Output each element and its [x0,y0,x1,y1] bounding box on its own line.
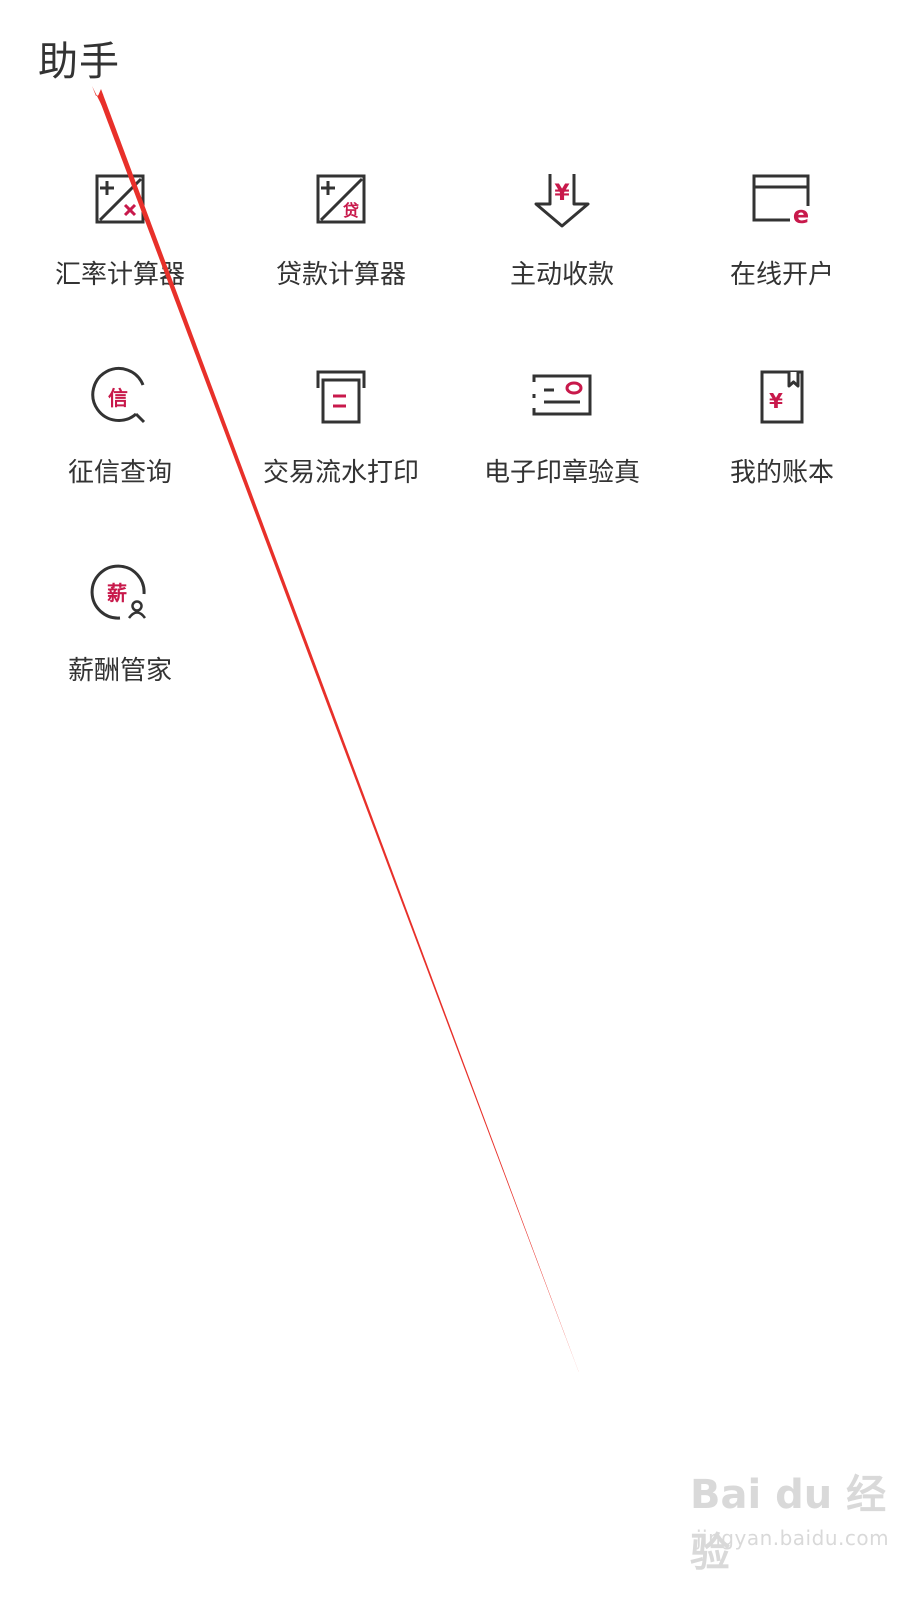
svg-text:信: 信 [108,386,128,410]
service-label: 汇率计算器 [54,260,185,290]
service-label: 在线开户 [729,260,834,290]
service-tile-ledger[interactable]: ¥ 我的账本 [682,358,882,528]
salary-manager-icon: 薪 [80,556,160,636]
svg-text:贷: 贷 [343,201,359,220]
svg-text:e: e [793,201,809,229]
svg-text:¥: ¥ [554,181,570,206]
service-label: 贷款计算器 [275,260,406,290]
ledger-icon: ¥ [742,358,822,438]
exchange-calculator-icon [80,160,160,240]
transaction-print-icon [301,358,381,438]
watermark: Bai du 经验 jingyan.baidu.com [690,1462,890,1576]
service-label: 主动收款 [509,260,614,290]
service-label: 征信查询 [67,458,172,488]
page-title: 助手 [38,39,120,85]
service-label: 薪酬管家 [67,656,172,686]
loan-calculator-icon: 贷 [301,160,381,240]
service-label: 我的账本 [729,458,834,488]
service-tile-seal-verify[interactable]: 电子印章验真 [462,358,662,528]
svg-text:薪: 薪 [107,581,127,605]
baidu-logo: Bai du 经验 [690,1472,887,1576]
seal-verify-icon [522,358,602,438]
watermark-url: jingyan.baidu.com [696,1526,890,1550]
service-label: 电子印章验真 [483,458,640,488]
service-tile-collect-payment[interactable]: ¥ 主动收款 [462,160,662,330]
service-tile-exchange-calculator[interactable]: 汇率计算器 [20,160,220,330]
credit-query-icon: 信 [80,358,160,438]
service-tile-transaction-print[interactable]: 交易流水打印 [241,358,441,528]
service-tile-loan-calculator[interactable]: 贷 贷款计算器 [241,160,441,330]
service-tile-salary-manager[interactable]: 薪 薪酬管家 [20,556,220,726]
online-account-icon: e [742,160,822,240]
service-label: 交易流水打印 [262,458,419,488]
svg-text:¥: ¥ [769,389,783,413]
service-tile-credit-query[interactable]: 信 征信查询 [20,358,220,528]
collect-payment-icon: ¥ [522,160,602,240]
service-tile-online-account[interactable]: e 在线开户 [682,160,882,330]
